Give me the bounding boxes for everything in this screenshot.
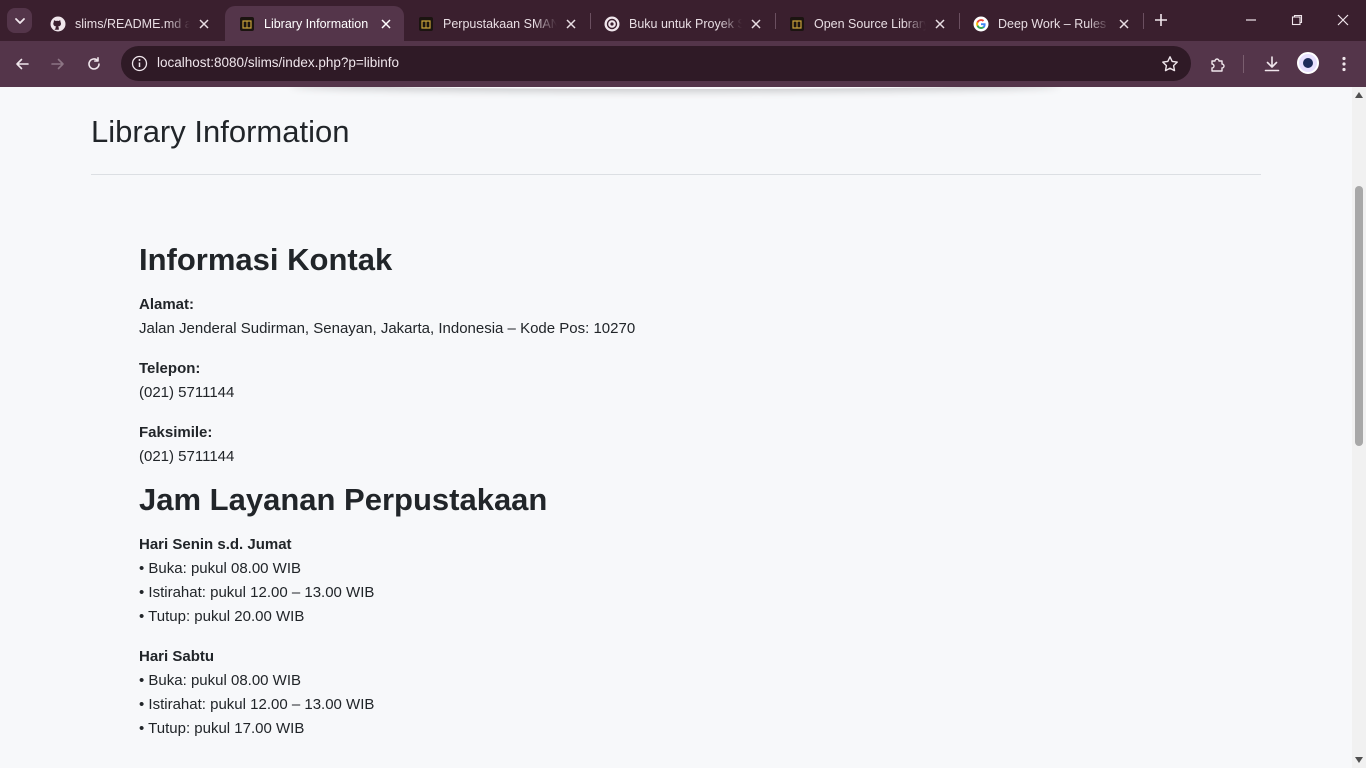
url-text[interactable]: localhost:8080/slims/index.php?p=libinfo [157, 55, 399, 70]
address-label: Alamat: [139, 296, 195, 313]
header-shadow [290, 87, 1060, 89]
list-item: • Istirahat: pukul 12.00 – 13.00 WIB [139, 696, 375, 713]
close-icon[interactable] [932, 16, 948, 32]
restore-button[interactable] [1274, 0, 1320, 40]
tab-buku-proyek[interactable]: Buku untuk Proyek SL [590, 6, 774, 41]
phone-label: Telepon: [139, 360, 201, 377]
tab-title: Buku untuk Proyek SL [629, 16, 742, 31]
address-block: Alamat: Jalan Jenderal Sudirman, Senayan… [139, 293, 1039, 341]
puzzle-icon [1211, 58, 1225, 72]
list-item: • Istirahat: pukul 12.00 – 13.00 WIB [139, 584, 375, 601]
tab-strip: slims/README.md at Library Information P… [0, 0, 1366, 41]
page-title: Library Information [91, 114, 350, 149]
plus-icon [1155, 14, 1167, 26]
github-icon [50, 16, 66, 32]
google-icon [973, 16, 989, 32]
phone-value: (021) 5711144 [139, 384, 235, 401]
fax-value: (021) 5711144 [139, 448, 235, 465]
saturday-label: Hari Sabtu [139, 648, 215, 665]
profile-avatar[interactable] [1297, 52, 1319, 74]
close-icon[interactable] [748, 16, 764, 32]
site-info-icon[interactable] [131, 55, 148, 72]
reload-icon [88, 57, 100, 70]
menu-button[interactable] [1330, 50, 1358, 78]
saturday-hours-block: Hari Sabtu • Buka: pukul 08.00 WIB • Ist… [139, 645, 1039, 741]
weekday-hours-block: Hari Senin s.d. Jumat • Buka: pukul 08.0… [139, 533, 1039, 629]
fax-label: Faksimile: [139, 424, 213, 441]
tab-title: Deep Work – Rules fo [998, 16, 1110, 31]
phone-block: Telepon: (021) 5711144 [139, 357, 1039, 405]
close-icon [1337, 14, 1349, 26]
reload-button[interactable] [80, 50, 108, 78]
tab-library-information[interactable]: Library Information [225, 6, 404, 41]
toolbar-divider [1243, 55, 1244, 73]
divider [91, 174, 1261, 175]
tab-title: Perpustakaan SMAN [443, 16, 557, 31]
back-button[interactable] [8, 50, 36, 78]
minimize-button[interactable] [1228, 0, 1274, 40]
bookmark-star-icon[interactable] [1160, 54, 1179, 73]
new-tab-button[interactable] [1150, 9, 1172, 31]
list-item: • Buka: pukul 08.00 WIB [139, 672, 302, 689]
contact-heading: Informasi Kontak [139, 242, 393, 277]
chatgpt-icon [604, 16, 620, 32]
page-viewport: Library Information Informasi Kontak Ala… [0, 87, 1352, 768]
list-item: • Tutup: pukul 17.00 WIB [139, 720, 305, 737]
hours-heading: Jam Layanan Perpustakaan [139, 482, 548, 517]
address-value: Jalan Jenderal Sudirman, Senayan, Jakart… [139, 320, 636, 337]
fax-block: Faksimile: (021) 5711144 [139, 421, 1039, 469]
download-icon [1264, 56, 1280, 72]
arrow-left-icon [16, 58, 29, 70]
browser-toolbar: localhost:8080/slims/index.php?p=libinfo [0, 41, 1366, 87]
list-item: • Buka: pukul 08.00 WIB [139, 560, 302, 577]
chevron-down-icon [14, 17, 25, 24]
slims-logo-icon [239, 16, 255, 32]
tab-github-readme[interactable]: slims/README.md at [36, 6, 222, 41]
close-icon[interactable] [378, 16, 394, 32]
tab-deep-work[interactable]: Deep Work – Rules fo [959, 6, 1142, 41]
tab-search-button[interactable] [7, 8, 32, 33]
tab-title: Open Source Library [814, 16, 926, 31]
tab-open-source-library[interactable]: Open Source Library [775, 6, 958, 41]
close-icon[interactable] [196, 16, 212, 32]
scrollbar-thumb[interactable] [1355, 186, 1363, 446]
kebab-menu-icon [1342, 56, 1346, 72]
vertical-scrollbar[interactable] [1352, 87, 1366, 768]
tab-title: slims/README.md at [75, 16, 190, 31]
scroll-down-arrow-icon[interactable] [1355, 757, 1363, 763]
weekday-label: Hari Senin s.d. Jumat [139, 536, 292, 553]
minimize-icon [1246, 19, 1256, 21]
extensions-button[interactable] [1204, 50, 1232, 78]
scroll-up-arrow-icon[interactable] [1355, 92, 1363, 98]
library-info-content: Informasi Kontak Alamat: Jalan Jenderal … [139, 237, 1039, 757]
tab-separator [1143, 13, 1144, 29]
slims-logo-icon [789, 16, 805, 32]
slims-logo-icon [418, 16, 434, 32]
avatar-dot [1303, 58, 1313, 68]
close-icon[interactable] [563, 16, 579, 32]
downloads-button[interactable] [1258, 50, 1286, 78]
arrow-right-icon [51, 58, 64, 70]
address-bar[interactable]: localhost:8080/slims/index.php?p=libinfo [121, 46, 1191, 81]
list-item: • Tutup: pukul 20.00 WIB [139, 608, 305, 625]
close-window-button[interactable] [1320, 0, 1366, 40]
restore-icon [1291, 14, 1303, 26]
forward-button[interactable] [44, 50, 72, 78]
tab-title: Library Information [264, 16, 369, 31]
close-icon[interactable] [1116, 16, 1132, 32]
tab-perpustakaan-sman[interactable]: Perpustakaan SMAN [404, 6, 589, 41]
